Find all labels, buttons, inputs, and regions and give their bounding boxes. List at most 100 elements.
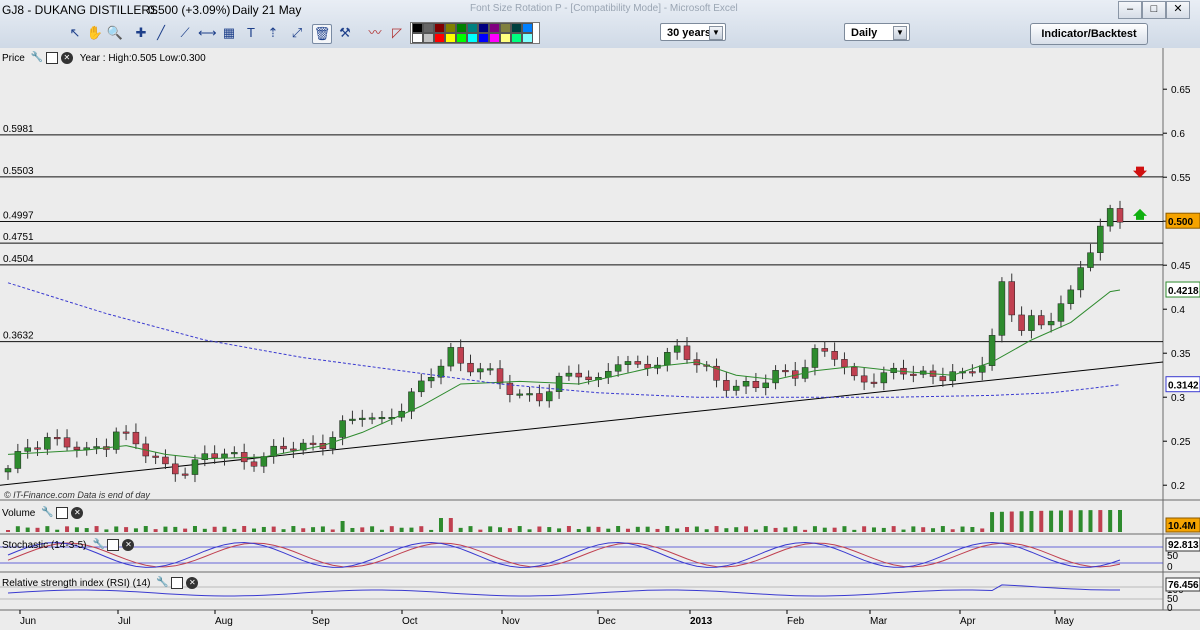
volume-bar [980, 528, 985, 532]
color-palette[interactable] [410, 22, 540, 44]
up-arrow-icon [1133, 208, 1147, 220]
volume-bar [616, 526, 621, 532]
minimize-button[interactable]: – [1118, 1, 1142, 19]
candle [851, 366, 858, 377]
close-icon[interactable]: ✕ [186, 577, 199, 589]
wrench-icon[interactable]: 🔧 [92, 539, 104, 551]
volume-bar [74, 527, 79, 532]
y-tick-label: 0.55 [1171, 173, 1191, 184]
chart-area[interactable]: 0.650.60.550.50.450.40.350.30.250.20.598… [0, 48, 1200, 630]
close-icon[interactable]: ✕ [122, 539, 135, 551]
y-tick-label: 0.3 [1171, 393, 1185, 404]
zoom-icon[interactable]: ✋ [86, 24, 104, 42]
triangle-icon[interactable]: ◸ [388, 24, 406, 42]
maximize-button[interactable]: □ [1142, 1, 1166, 19]
volume-bar [301, 528, 306, 532]
price-change: 0.500 (+3.09%) [148, 3, 231, 17]
volume-bar [409, 527, 414, 532]
candle [349, 418, 356, 421]
wrench-icon[interactable]: 🔧 [156, 577, 168, 589]
y-tick-label: 0.35 [1171, 349, 1191, 360]
window-icon[interactable] [107, 539, 120, 551]
level-label: 0.4997 [3, 210, 34, 221]
candle [191, 459, 199, 475]
close-icon[interactable]: ✕ [60, 52, 73, 64]
volume-bar [1039, 510, 1044, 532]
indicator-backtest-button[interactable]: Indicator/Backtest [1030, 23, 1148, 45]
chart-canvas[interactable]: 0.650.60.550.50.450.40.350.30.250.20.598… [0, 48, 1200, 630]
cross-icon[interactable]: ✚ [132, 24, 150, 42]
pointer-icon[interactable]: ↖ [66, 24, 84, 42]
candle [949, 371, 956, 382]
faded-window-title: Font Size Rotation P - [Compatibility Mo… [470, 3, 738, 14]
tools-icon[interactable]: ⚒ [336, 24, 354, 42]
volume-bar [252, 528, 257, 532]
candle [211, 453, 218, 459]
x-tick-label: Sep [312, 616, 330, 627]
volume-bar [45, 526, 50, 532]
ma-long-tag: 0.3142 [1168, 381, 1199, 392]
candle [4, 468, 12, 473]
volume-bar [734, 527, 739, 532]
diagonal-icon[interactable]: ⤢ [288, 24, 306, 42]
candle [172, 463, 179, 475]
candle [1047, 321, 1055, 326]
volume-bar [478, 529, 483, 532]
candle [998, 281, 1006, 336]
volume-bar [852, 529, 857, 532]
candle [231, 452, 238, 455]
volume-bar [1078, 510, 1083, 532]
candle [732, 385, 740, 391]
candle [821, 348, 829, 352]
candle [418, 380, 425, 393]
volume-bar [694, 526, 699, 532]
candle [939, 376, 947, 382]
range-select[interactable]: 30 years ▼ [660, 23, 726, 41]
interval-select-value: Daily [851, 27, 878, 39]
volume-bar [330, 529, 335, 532]
window-icon[interactable] [56, 507, 69, 519]
volume-bar [517, 526, 522, 532]
text-icon[interactable]: T [242, 24, 260, 42]
candle [1018, 314, 1025, 331]
candle [910, 373, 917, 376]
interval-select[interactable]: Daily ▼ [844, 23, 910, 41]
volume-bar [281, 529, 286, 532]
volume-bar [596, 526, 601, 532]
level-label: 0.4504 [3, 254, 34, 265]
candle [63, 437, 71, 448]
volume-bar [714, 526, 719, 532]
volume-bar [360, 527, 365, 532]
channel-icon[interactable]: ▦ [220, 24, 238, 42]
wave-icon[interactable]: 〰 [366, 24, 384, 42]
magnify-icon[interactable]: 🔍 [106, 24, 124, 42]
candle [467, 362, 474, 373]
toolbar: GJ8 - DUKANG DISTILLERS 0.500 (+3.09%) D… [0, 0, 1200, 49]
wrench-icon[interactable]: 🔧 [31, 52, 43, 64]
close-button[interactable]: ✕ [1166, 1, 1190, 19]
trash-icon[interactable]: 🗑 [312, 24, 332, 44]
volume-bar [104, 529, 109, 532]
window-icon[interactable] [45, 52, 58, 64]
close-icon[interactable]: ✕ [71, 507, 84, 519]
line-icon[interactable]: ⟋ [176, 24, 194, 42]
period-label: Daily 21 May [232, 3, 302, 17]
volume-bar [606, 528, 611, 532]
volume-bar [370, 526, 375, 532]
volume-bar [635, 526, 640, 532]
x-tick-label: Oct [402, 616, 418, 627]
y-tick-label: 0.45 [1171, 261, 1191, 272]
arrow-up-icon[interactable]: ⇡ [264, 24, 282, 42]
candle [841, 359, 848, 368]
line-icon[interactable]: ╱ [152, 24, 170, 42]
window-icon[interactable] [171, 577, 184, 589]
wrench-icon[interactable]: 🔧 [41, 507, 53, 519]
volume-bar [468, 526, 473, 532]
candle [545, 391, 553, 402]
horizontal-line-icon[interactable]: ⟷ [198, 24, 217, 42]
candle [1008, 281, 1016, 316]
volume-bar [1108, 510, 1113, 532]
candle [673, 345, 681, 353]
candle [762, 382, 769, 389]
volume-bar [862, 526, 867, 532]
